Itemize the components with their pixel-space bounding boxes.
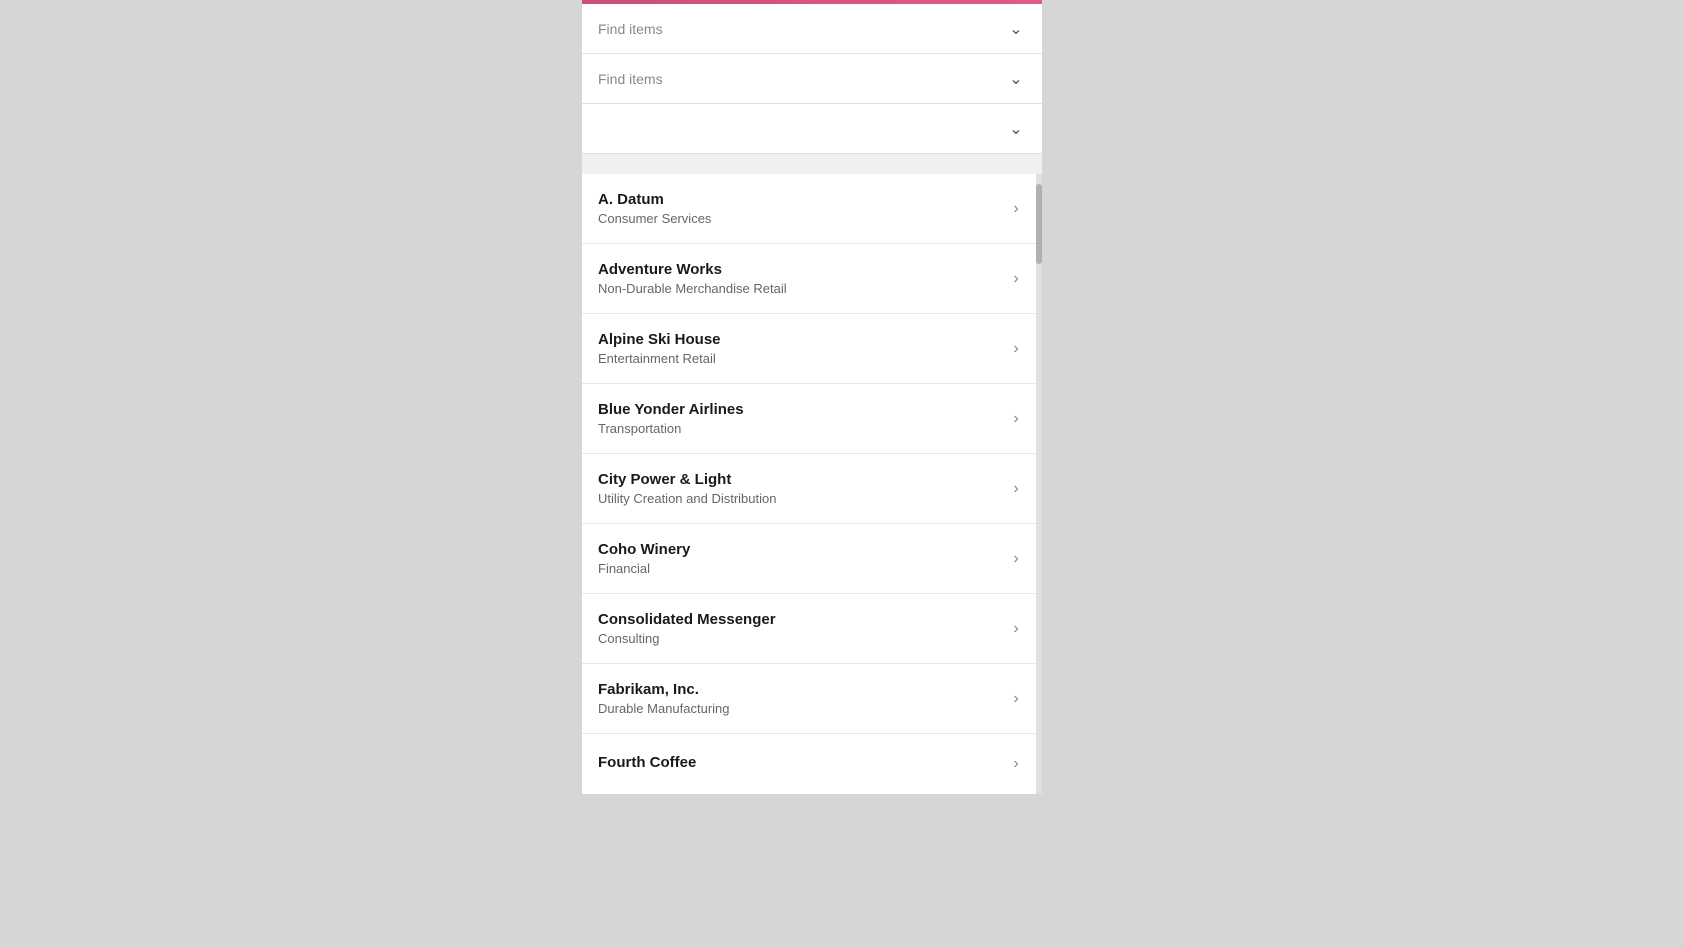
list-item-content-alpine-ski-house: Alpine Ski House Entertainment Retail <box>598 331 1006 366</box>
chevron-down-icon-2: ⌄ <box>1006 69 1026 89</box>
chevron-right-icon-adventure-works: › <box>1006 269 1026 289</box>
list-item[interactable]: Blue Yonder Airlines Transportation › <box>582 384 1042 454</box>
list-item-title-city-power-light: City Power & Light <box>598 471 1006 488</box>
filter-2-text: Find items <box>598 71 663 87</box>
list-item[interactable]: Fabrikam, Inc. Durable Manufacturing › <box>582 664 1042 734</box>
filter-dropdown-1[interactable]: Find items ⌄ <box>582 4 1042 54</box>
list-item-subtitle-adventure-works: Non-Durable Merchandise Retail <box>598 281 1006 296</box>
list-item[interactable]: Consolidated Messenger Consulting › <box>582 594 1042 664</box>
chevron-right-icon-blue-yonder-airlines: › <box>1006 409 1026 429</box>
list-item-title-fabrikam-inc: Fabrikam, Inc. <box>598 681 1006 698</box>
list-wrapper: A. Datum Consumer Services › Adventure W… <box>582 174 1042 794</box>
list-item-content-fabrikam-inc: Fabrikam, Inc. Durable Manufacturing <box>598 681 1006 716</box>
chevron-right-icon-fabrikam-inc: › <box>1006 689 1026 709</box>
list-item-title-a-datum: A. Datum <box>598 191 1006 208</box>
list-item-subtitle-city-power-light: Utility Creation and Distribution <box>598 491 1006 506</box>
list-item[interactable]: Coho Winery Financial › <box>582 524 1042 594</box>
list-item-content-fourth-coffee: Fourth Coffee <box>598 754 1006 774</box>
list-item-subtitle-coho-winery: Financial <box>598 561 1006 576</box>
filter-dropdown-3[interactable]: ⌄ <box>582 104 1042 154</box>
scrollbar-thumb[interactable] <box>1036 184 1042 264</box>
section-divider <box>582 154 1042 174</box>
list-item-subtitle-blue-yonder-airlines: Transportation <box>598 421 1006 436</box>
chevron-right-icon-coho-winery: › <box>1006 549 1026 569</box>
list-item-content-blue-yonder-airlines: Blue Yonder Airlines Transportation <box>598 401 1006 436</box>
list-item[interactable]: Alpine Ski House Entertainment Retail › <box>582 314 1042 384</box>
list-container: A. Datum Consumer Services › Adventure W… <box>582 174 1042 794</box>
list-item-content-adventure-works: Adventure Works Non-Durable Merchandise … <box>598 261 1006 296</box>
list-item-title-alpine-ski-house: Alpine Ski House <box>598 331 1006 348</box>
list-item-content-city-power-light: City Power & Light Utility Creation and … <box>598 471 1006 506</box>
chevron-right-icon-fourth-coffee: › <box>1006 754 1026 774</box>
chevron-down-icon-3: ⌄ <box>1006 119 1026 139</box>
main-container: Find items ⌄ Find items ⌄ ⌄ A. Datum Con… <box>582 0 1042 794</box>
list-item-content-a-datum: A. Datum Consumer Services <box>598 191 1006 226</box>
filter-section: Find items ⌄ Find items ⌄ ⌄ <box>582 4 1042 154</box>
scrollbar-track[interactable] <box>1036 174 1042 794</box>
list-item-subtitle-a-datum: Consumer Services <box>598 211 1006 226</box>
filter-dropdown-2[interactable]: Find items ⌄ <box>582 54 1042 104</box>
list-item-title-consolidated-messenger: Consolidated Messenger <box>598 611 1006 628</box>
list-item[interactable]: A. Datum Consumer Services › <box>582 174 1042 244</box>
chevron-right-icon-city-power-light: › <box>1006 479 1026 499</box>
list-item[interactable]: City Power & Light Utility Creation and … <box>582 454 1042 524</box>
chevron-down-icon-1: ⌄ <box>1006 19 1026 39</box>
chevron-right-icon-alpine-ski-house: › <box>1006 339 1026 359</box>
list-item[interactable]: Fourth Coffee › <box>582 734 1042 794</box>
list-item-content-coho-winery: Coho Winery Financial <box>598 541 1006 576</box>
list-item-content-consolidated-messenger: Consolidated Messenger Consulting <box>598 611 1006 646</box>
list-item-title-fourth-coffee: Fourth Coffee <box>598 754 1006 771</box>
list-item[interactable]: Adventure Works Non-Durable Merchandise … <box>582 244 1042 314</box>
list-item-subtitle-alpine-ski-house: Entertainment Retail <box>598 351 1006 366</box>
filter-1-text: Find items <box>598 21 663 37</box>
chevron-right-icon-consolidated-messenger: › <box>1006 619 1026 639</box>
list-item-subtitle-consolidated-messenger: Consulting <box>598 631 1006 646</box>
list-item-title-coho-winery: Coho Winery <box>598 541 1006 558</box>
chevron-right-icon-a-datum: › <box>1006 199 1026 219</box>
list-item-title-blue-yonder-airlines: Blue Yonder Airlines <box>598 401 1006 418</box>
list-item-subtitle-fabrikam-inc: Durable Manufacturing <box>598 701 1006 716</box>
list-item-title-adventure-works: Adventure Works <box>598 261 1006 278</box>
